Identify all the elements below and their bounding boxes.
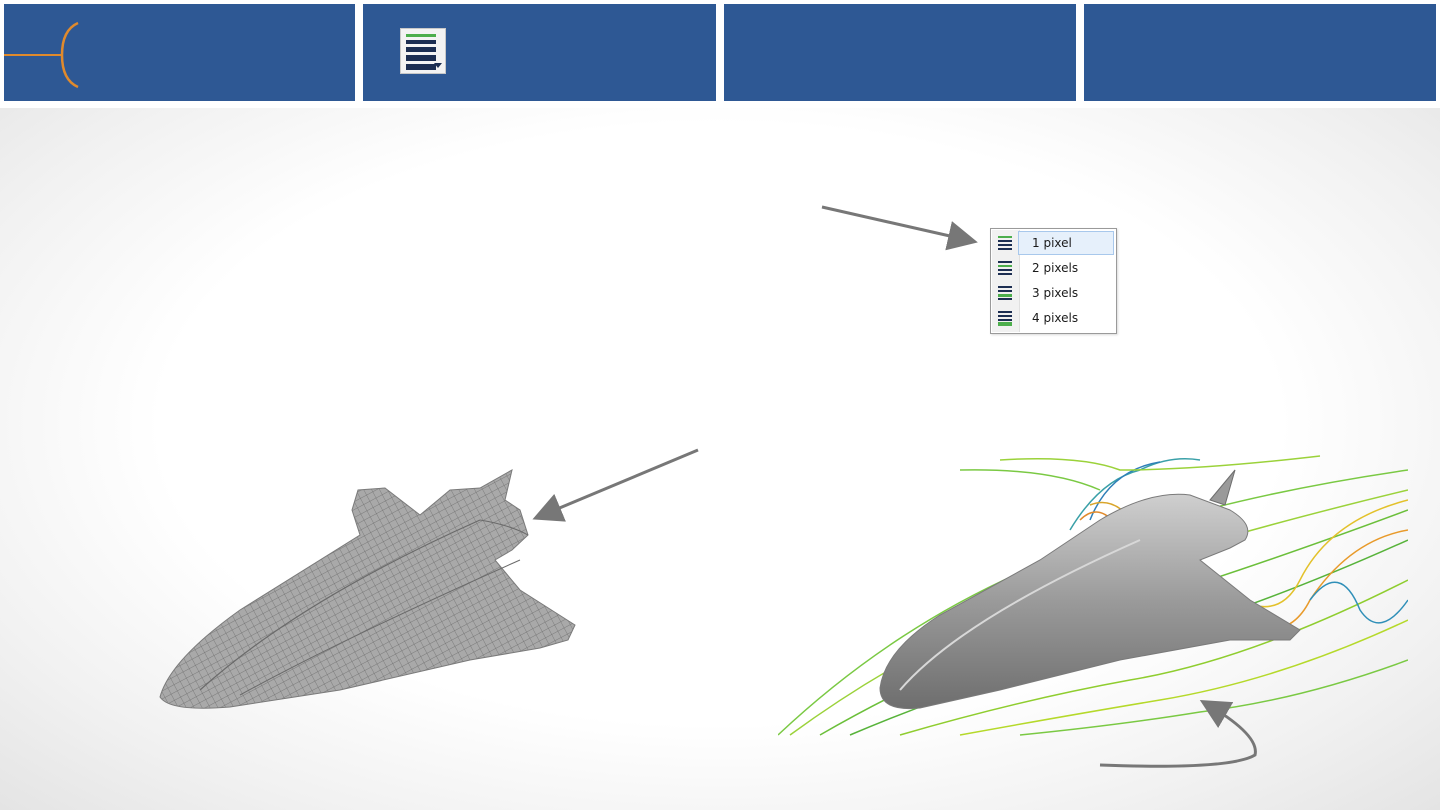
menu-item-2-pixels[interactable]: 2 pixels — [992, 256, 1115, 280]
line-width-1-icon — [998, 236, 1012, 250]
menu-item-label: 2 pixels — [1032, 261, 1079, 275]
menu-item-label: 1 pixel — [1032, 236, 1072, 250]
line-width-4-icon — [998, 311, 1012, 326]
menu-item-1-pixel[interactable]: 1 pixel — [992, 231, 1115, 255]
wireframe-pointer-arrow — [532, 448, 699, 522]
streamline-pointer-arrow — [1099, 699, 1257, 768]
streamline-shuttle-image — [778, 455, 1408, 736]
menu-item-3-pixels[interactable]: 3 pixels — [992, 281, 1115, 305]
line-width-2-icon — [998, 261, 1012, 275]
menu-item-label: 3 pixels — [1032, 286, 1079, 300]
menu-pointer-arrow — [821, 205, 978, 251]
illustration-layer — [159, 205, 1408, 768]
line-width-3-icon — [998, 286, 1012, 300]
wireframe-shuttle-image — [159, 469, 576, 709]
menu-item-4-pixels[interactable]: 4 pixels — [992, 306, 1115, 330]
line-width-menu: 1 pixel 2 pixels 3 pixels 4 pixels — [990, 228, 1117, 334]
menu-item-label: 4 pixels — [1032, 311, 1079, 325]
